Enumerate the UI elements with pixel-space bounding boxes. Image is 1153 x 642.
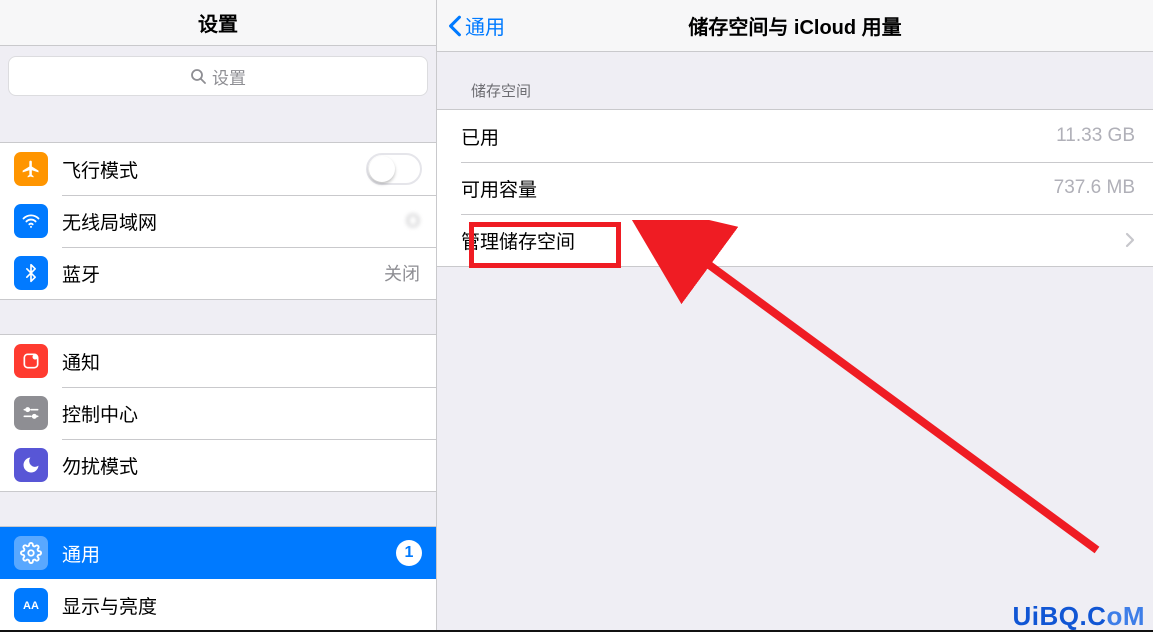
row-display-brightness[interactable]: AA 显示与亮度: [0, 579, 436, 631]
search-icon: [190, 68, 206, 84]
row-used: 已用 11.33 GB: [437, 110, 1153, 162]
notifications-label: 通知: [62, 348, 436, 375]
search-wrap: 设置: [0, 46, 436, 108]
search-input[interactable]: 设置: [8, 56, 428, 96]
group-general: 通用 1 AA 显示与亮度: [0, 526, 436, 632]
airplane-icon: [14, 152, 48, 186]
airplane-toggle[interactable]: [366, 153, 422, 185]
group-connectivity: 飞行模式 无线局域网 O 蓝牙 关闭: [0, 142, 436, 300]
control-center-icon: [14, 396, 48, 430]
airplane-label: 飞行模式: [62, 156, 366, 183]
bluetooth-label: 蓝牙: [62, 260, 384, 287]
used-label: 已用: [461, 123, 1056, 150]
chevron-left-icon: [447, 15, 463, 37]
section-storage-label: 储存空间: [437, 52, 1153, 109]
notifications-icon: [14, 344, 48, 378]
general-badge: 1: [396, 540, 422, 566]
back-button[interactable]: 通用: [437, 11, 505, 40]
sidebar-header: 设置: [0, 0, 436, 46]
manage-label: 管理储存空间: [461, 227, 1115, 254]
row-available: 可用容量 737.6 MB: [437, 162, 1153, 214]
app-root: 设置 设置 飞行模式 无线局域网 O: [0, 0, 1153, 632]
control-center-label: 控制中心: [62, 400, 436, 427]
wifi-icon: [14, 204, 48, 238]
row-bluetooth[interactable]: 蓝牙 关闭: [0, 247, 436, 299]
general-icon: [14, 536, 48, 570]
wifi-label: 无线局域网: [62, 208, 406, 235]
bluetooth-value: 关闭: [384, 260, 436, 286]
detail-header: 通用 储存空间与 iCloud 用量: [437, 0, 1153, 52]
detail-pane: 通用 储存空间与 iCloud 用量 储存空间 已用 11.33 GB 可用容量…: [437, 0, 1153, 632]
dnd-icon: [14, 448, 48, 482]
gap: [0, 108, 436, 142]
bluetooth-icon: [14, 256, 48, 290]
svg-text:AA: AA: [23, 600, 39, 612]
storage-group: 已用 11.33 GB 可用容量 737.6 MB 管理储存空间: [437, 109, 1153, 267]
row-wifi[interactable]: 无线局域网 O: [0, 195, 436, 247]
search-placeholder: 设置: [212, 64, 246, 89]
annotation-arrow: [627, 220, 1127, 580]
row-do-not-disturb[interactable]: 勿扰模式: [0, 439, 436, 491]
used-value: 11.33 GB: [1056, 125, 1135, 147]
watermark: UiBQ.CoM: [1012, 601, 1145, 632]
row-notifications[interactable]: 通知: [0, 335, 436, 387]
row-general[interactable]: 通用 1: [0, 527, 436, 579]
display-icon: AA: [14, 588, 48, 622]
general-label: 通用: [62, 540, 396, 567]
gap: [0, 300, 436, 334]
row-airplane-mode[interactable]: 飞行模式: [0, 143, 436, 195]
display-label: 显示与亮度: [62, 592, 436, 619]
gap: [0, 492, 436, 526]
chevron-right-icon: [1125, 232, 1135, 248]
available-value: 737.6 MB: [1054, 177, 1135, 199]
bottom-border: [0, 630, 1153, 632]
available-label: 可用容量: [461, 175, 1054, 202]
dnd-label: 勿扰模式: [62, 452, 436, 479]
row-control-center[interactable]: 控制中心: [0, 387, 436, 439]
sidebar-title: 设置: [198, 8, 238, 37]
group-alerts: 通知 控制中心 勿扰模式: [0, 334, 436, 492]
back-label: 通用: [465, 11, 505, 40]
settings-sidebar: 设置 设置 飞行模式 无线局域网 O: [0, 0, 437, 632]
detail-title: 储存空间与 iCloud 用量: [437, 11, 1153, 40]
row-manage-storage[interactable]: 管理储存空间: [437, 214, 1153, 266]
wifi-value: O: [406, 211, 436, 232]
